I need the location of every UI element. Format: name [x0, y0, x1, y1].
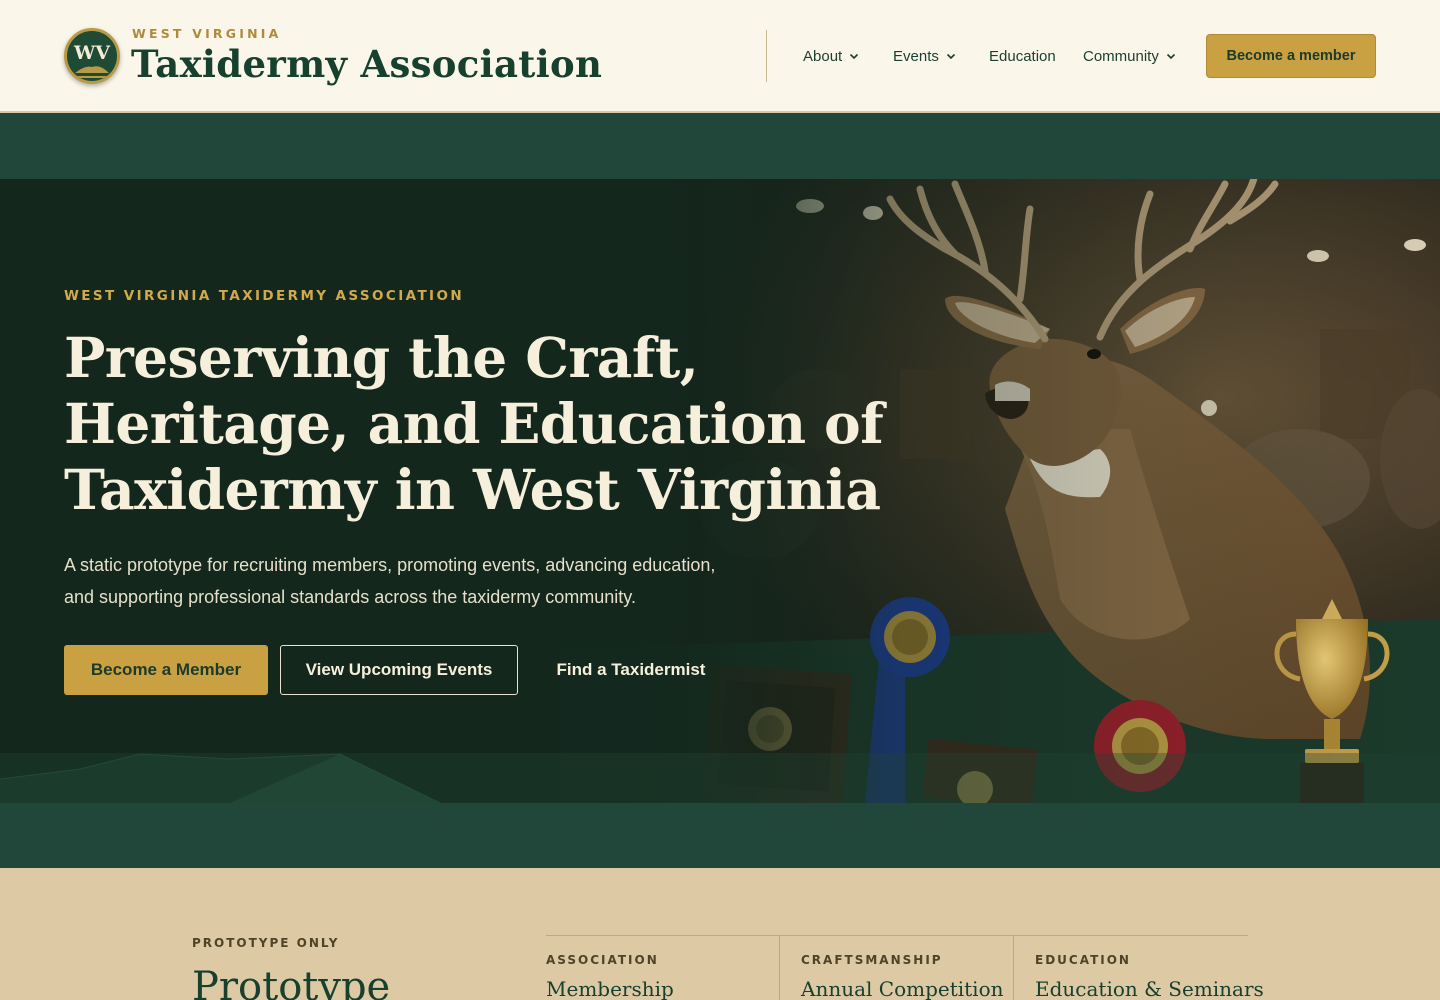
card-education-seminars[interactable]: EDUCATION Education & Seminars: [1013, 935, 1264, 1000]
card-title: Membership: [546, 977, 674, 1000]
chevron-down-icon: [850, 53, 859, 60]
hero-section: WEST VIRGINIA TAXIDERMY ASSOCIATION Pres…: [0, 179, 1440, 803]
nav-item-label: Education: [989, 47, 1056, 65]
nav-item-label: Community: [1083, 47, 1159, 65]
brand-title[interactable]: Taxidermy Association: [131, 42, 602, 86]
card-membership[interactable]: ASSOCIATION Membership: [546, 935, 779, 1000]
become-member-header-button[interactable]: Become a member: [1206, 34, 1376, 78]
nav-item-label: Events: [893, 47, 939, 65]
header-divider: [766, 30, 767, 82]
nav-item-education[interactable]: Education: [989, 46, 1056, 66]
hero-description-line: and supporting professional standards ac…: [64, 587, 636, 607]
hero-title-line: Taxidermy in West Virginia: [64, 457, 881, 522]
nav-item-events[interactable]: Events: [893, 46, 957, 66]
card-title: Annual Competition: [801, 977, 1004, 1000]
card-kicker: ASSOCIATION: [546, 953, 659, 967]
section-kicker: PROTOTYPE ONLY: [192, 936, 340, 950]
hero-band-top: [0, 113, 1440, 179]
hero-title-line: Preserving the Craft,: [64, 325, 699, 390]
hero-title: Preserving the Craft, Heritage, and Educ…: [64, 325, 884, 523]
card-annual-competition[interactable]: CRAFTSMANSHIP Annual Competition: [779, 935, 1013, 1000]
nav-item-about[interactable]: About: [803, 46, 860, 66]
card-title: Education & Seminars: [1035, 977, 1264, 1000]
brand-kicker: WEST VIRGINIA: [132, 26, 282, 41]
prototype-section: PROTOTYPE ONLY Prototype ASSOCIATION Mem…: [0, 868, 1440, 1000]
card-kicker: EDUCATION: [1035, 953, 1131, 967]
chevron-down-icon: [946, 53, 955, 60]
find-taxidermist-link[interactable]: Find a Taxidermist: [546, 645, 716, 695]
hero-description: A static prototype for recruiting member…: [64, 549, 764, 613]
view-events-button[interactable]: View Upcoming Events: [280, 645, 518, 695]
association-logo[interactable]: WV: [64, 28, 120, 84]
site-header: WV WEST VIRGINIA Taxidermy Association A…: [0, 0, 1440, 113]
mountain-icon: [72, 66, 112, 78]
hero-description-line: A static prototype for recruiting member…: [64, 555, 716, 575]
hero-title-line: Heritage, and Education of: [64, 391, 884, 456]
card-kicker: CRAFTSMANSHIP: [801, 953, 943, 967]
hero-kicker: WEST VIRGINIA TAXIDERMY ASSOCIATION: [64, 288, 465, 304]
nav-item-community[interactable]: Community: [1083, 46, 1177, 66]
become-member-button[interactable]: Become a Member: [64, 645, 268, 695]
section-heading: Prototype: [192, 964, 391, 1000]
chevron-down-icon: [1166, 53, 1175, 60]
nav-item-label: About: [803, 47, 843, 65]
hero-band-bottom: [0, 803, 1440, 868]
